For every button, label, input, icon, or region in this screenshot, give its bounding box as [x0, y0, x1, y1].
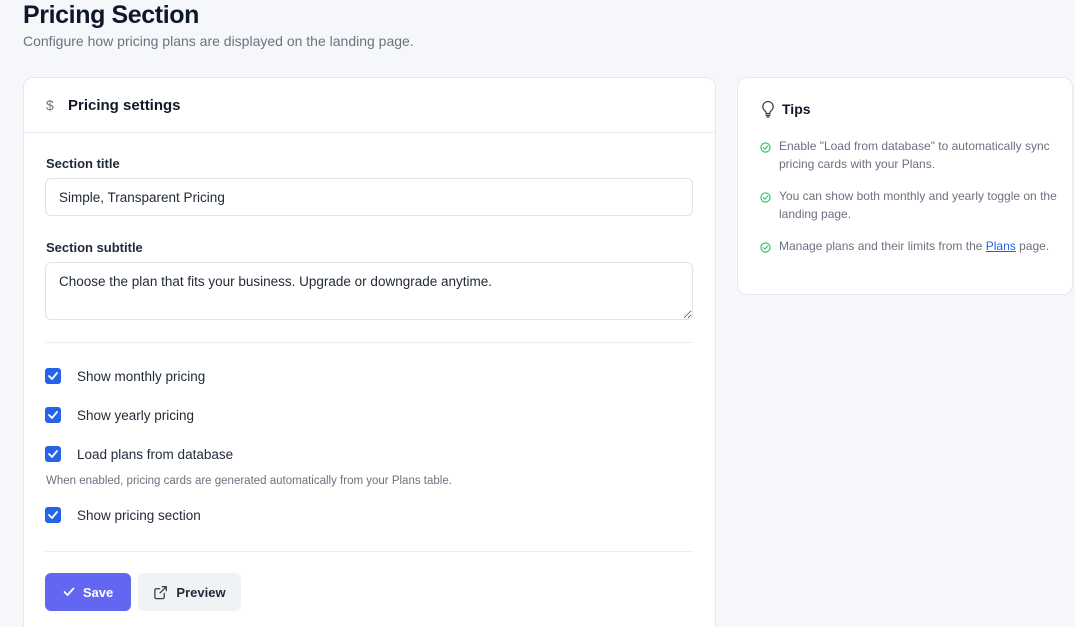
- check-icon: [48, 450, 58, 458]
- show-monthly-checkbox[interactable]: [45, 368, 61, 384]
- tips-title: Tips: [782, 101, 811, 117]
- tip-text-before: Manage plans and their limits from the: [779, 239, 986, 253]
- load-from-database-label: Load plans from database: [77, 446, 234, 462]
- show-pricing-section-label: Show pricing section: [77, 507, 201, 523]
- tip-text: Manage plans and their limits from the P…: [779, 237, 1049, 258]
- preview-button[interactable]: Preview: [138, 573, 241, 611]
- tips-header: Tips: [760, 100, 811, 118]
- tips-card: Tips Enable "Load from database" to auto…: [737, 77, 1073, 295]
- external-link-icon: [154, 585, 168, 599]
- section-title-label: Section title: [46, 156, 120, 171]
- database-help-text: When enabled, pricing cards are generate…: [46, 475, 452, 487]
- preview-label: Preview: [176, 584, 226, 600]
- page-title: Pricing Section: [23, 1, 199, 29]
- check-circle-icon: [760, 237, 779, 258]
- card-title: Pricing settings: [68, 96, 181, 114]
- card-header: $ Pricing settings: [24, 78, 715, 133]
- dollar-icon: $: [46, 97, 54, 113]
- show-monthly-checkbox-row[interactable]: Show monthly pricing: [45, 368, 205, 384]
- show-monthly-label: Show monthly pricing: [77, 368, 206, 384]
- check-icon: [63, 587, 75, 596]
- section-subtitle-textarea[interactable]: Choose the plan that fits your business.…: [45, 262, 693, 320]
- show-pricing-section-checkbox[interactable]: [45, 507, 61, 523]
- pricing-settings-card: $ Pricing settings Section title Section…: [23, 77, 716, 627]
- section-subtitle-label: Section subtitle: [46, 240, 143, 255]
- tip-text-after: page.: [1015, 239, 1050, 253]
- load-from-database-checkbox-row[interactable]: Load plans from database: [45, 446, 233, 462]
- lightbulb-icon: [762, 100, 774, 118]
- plans-link[interactable]: Plans: [986, 239, 1016, 253]
- check-icon: [48, 372, 58, 380]
- show-yearly-label: Show yearly pricing: [77, 407, 195, 423]
- save-button[interactable]: Save: [45, 573, 131, 611]
- check-icon: [48, 411, 58, 419]
- save-label: Save: [82, 584, 114, 600]
- check-circle-icon: [760, 187, 779, 223]
- section-title-input[interactable]: [45, 178, 693, 216]
- tip-text: You can show both monthly and yearly tog…: [779, 189, 1057, 221]
- check-circle-icon: [760, 137, 779, 173]
- show-pricing-section-checkbox-row[interactable]: Show pricing section: [45, 507, 201, 523]
- check-icon: [48, 511, 58, 519]
- tip-text: Enable "Load from database" to automatic…: [779, 139, 1050, 171]
- show-yearly-checkbox-row[interactable]: Show yearly pricing: [45, 407, 194, 423]
- divider: [45, 551, 693, 552]
- tip-item: Enable "Load from database" to automatic…: [760, 137, 1060, 173]
- load-from-database-checkbox[interactable]: [45, 446, 61, 462]
- pricing-section-page: Pricing Section Configure how pricing pl…: [0, 0, 1075, 627]
- tip-item: Manage plans and their limits from the P…: [760, 237, 1060, 258]
- show-yearly-checkbox[interactable]: [45, 407, 61, 423]
- page-subtitle: Configure how pricing plans are displaye…: [23, 33, 414, 49]
- divider: [45, 342, 693, 343]
- tip-item: You can show both monthly and yearly tog…: [760, 187, 1060, 223]
